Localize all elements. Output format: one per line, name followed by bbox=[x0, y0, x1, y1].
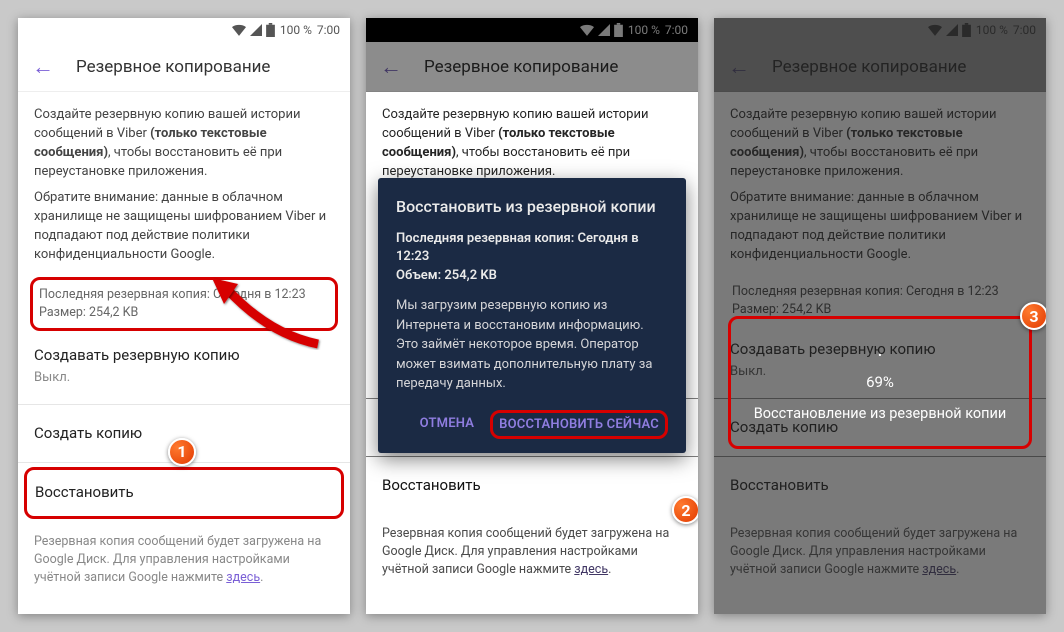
signal-icon bbox=[946, 24, 958, 36]
progress-label: Восстановление из резервной копии bbox=[739, 405, 1021, 422]
page-title: Резервное копирование bbox=[424, 57, 618, 77]
phone-screen-2: 100 % 7:00 ← Резервное копирование Созда… bbox=[366, 18, 698, 614]
status-icons bbox=[928, 23, 971, 37]
restore-button[interactable]: Восстановить bbox=[382, 461, 682, 511]
annotation-badge-2: 2 bbox=[672, 496, 698, 524]
app-bar: ← Резервное копирование bbox=[714, 42, 1046, 92]
google-settings-link[interactable]: здесь bbox=[574, 562, 608, 577]
back-arrow-icon[interactable]: ← bbox=[728, 54, 750, 80]
dialog-subtitle: Последняя резервная копия: Сегодня в 12:… bbox=[396, 230, 668, 287]
dialog-actions: ОТМЕНА ВОССТАНОВИТЬ СЕЙЧАС bbox=[396, 406, 668, 445]
battery-text: 100 % bbox=[280, 23, 312, 37]
dialog-cancel-button[interactable]: ОТМЕНА bbox=[412, 410, 483, 439]
last-backup-size: Размер: 254,2 KB bbox=[39, 304, 329, 322]
description-1: Создайте резервную копию вашей истории с… bbox=[34, 106, 334, 181]
battery-text: 100 % bbox=[628, 23, 660, 37]
last-backup-info: Последняя резервная копия: Сегодня в 12:… bbox=[30, 277, 338, 331]
progress-percent: 69% bbox=[739, 373, 1021, 391]
google-settings-link[interactable]: здесь bbox=[226, 570, 260, 585]
description-2: Обратите внимание: данные в облачном хра… bbox=[730, 189, 1030, 264]
signal-icon bbox=[250, 24, 262, 36]
footer-note: Резервная копия сообщений будет загружен… bbox=[730, 525, 1030, 579]
last-backup-time: Последняя резервная копия: Сегодня в 12:… bbox=[39, 286, 329, 304]
wifi-icon bbox=[580, 24, 594, 36]
footer-note: Резервная копия сообщений будет загружен… bbox=[382, 525, 682, 579]
status-bar: 100 % 7:00 bbox=[714, 18, 1046, 42]
app-bar: ← Резервное копирование bbox=[366, 42, 698, 92]
footer-note: Резервная копия сообщений будет загружен… bbox=[34, 533, 334, 587]
description-1: Создайте резервную копию вашей истории с… bbox=[730, 106, 1030, 181]
clock-text: 7:00 bbox=[665, 23, 688, 37]
phone-screen-1: 100 % 7:00 ← Резервное копирование Созда… bbox=[18, 18, 350, 614]
restore-button[interactable]: Восстановить bbox=[24, 467, 344, 519]
status-bar: 100 % 7:00 bbox=[18, 18, 350, 42]
wifi-icon bbox=[232, 24, 246, 36]
signal-icon bbox=[598, 24, 610, 36]
battery-icon bbox=[614, 23, 623, 37]
battery-icon bbox=[962, 23, 971, 37]
annotation-badge-1: 1 bbox=[168, 438, 196, 466]
phone-screen-3: 100 % 7:00 ← Резервное копирование Созда… bbox=[714, 18, 1046, 614]
status-icons bbox=[580, 23, 623, 37]
backup-schedule-value: Выкл. bbox=[34, 369, 334, 388]
battery-text: 100 % bbox=[976, 23, 1008, 37]
clock-text: 7:00 bbox=[317, 23, 340, 37]
clock-text: 7:00 bbox=[1013, 23, 1036, 37]
page-title: Резервное копирование bbox=[772, 57, 966, 77]
status-icons bbox=[232, 23, 275, 37]
spinner-icon: · bbox=[739, 343, 1021, 367]
backup-content: Создайте резервную копию вашей истории с… bbox=[18, 92, 350, 601]
dialog-title: Восстановить из резервной копии bbox=[396, 196, 668, 218]
app-bar: ← Резервное копирование bbox=[18, 42, 350, 92]
wifi-icon bbox=[928, 24, 942, 36]
divider bbox=[18, 404, 350, 405]
restore-dialog: Восстановить из резервной копии Последня… bbox=[378, 178, 686, 453]
dialog-body: Мы загрузим резервную копию из Интернета… bbox=[396, 296, 668, 394]
restore-progress: · 69% Восстановление из резервной копии bbox=[728, 316, 1032, 449]
description-2: Обратите внимание: данные в облачном хра… bbox=[34, 189, 334, 264]
status-bar: 100 % 7:00 bbox=[366, 18, 698, 42]
google-settings-link[interactable]: здесь bbox=[922, 562, 956, 577]
restore-button[interactable]: Восстановить bbox=[730, 461, 1030, 511]
back-arrow-icon[interactable]: ← bbox=[32, 54, 54, 80]
back-arrow-icon[interactable]: ← bbox=[380, 54, 402, 80]
backup-schedule-label[interactable]: Создавать резервную копию bbox=[34, 345, 334, 367]
description-1: Создайте резервную копию вашей истории с… bbox=[382, 106, 682, 181]
annotation-badge-3: 3 bbox=[1020, 302, 1046, 330]
dialog-confirm-button[interactable]: ВОССТАНОВИТЬ СЕЙЧАС bbox=[490, 410, 668, 439]
page-title: Резервное копирование bbox=[76, 57, 270, 77]
battery-icon bbox=[266, 23, 275, 37]
